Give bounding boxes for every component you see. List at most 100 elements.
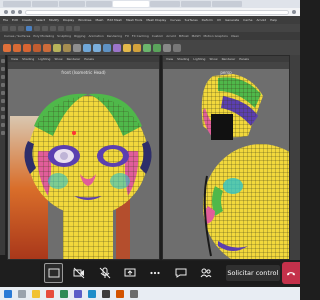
shelf-tab[interactable]: Rigging: [74, 34, 85, 38]
participants-button[interactable]: [196, 263, 215, 283]
menu-help[interactable]: Help: [270, 18, 277, 22]
menu-deform[interactable]: Deform: [202, 18, 213, 22]
camera-off-button[interactable]: [69, 263, 88, 283]
combine-icon[interactable]: [63, 43, 71, 52]
rotate-tool-icon[interactable]: [1, 91, 5, 95]
back-icon[interactable]: [4, 10, 8, 14]
shelf-tab[interactable]: XGen: [231, 34, 239, 38]
bridge-icon[interactable]: [103, 43, 111, 52]
scale-tool-icon[interactable]: [1, 99, 5, 103]
separate-icon[interactable]: [73, 43, 81, 52]
menu-windows[interactable]: Windows: [78, 18, 91, 22]
hang-up-button[interactable]: [282, 262, 300, 284]
request-control-button[interactable]: Solicitar control: [225, 265, 280, 281]
lasso-tool-icon[interactable]: [1, 67, 5, 71]
browser-tab[interactable]: [181, 1, 211, 7]
smooth-icon[interactable]: [123, 43, 131, 52]
profile-icon[interactable]: [292, 10, 296, 14]
poly-cone-icon[interactable]: [33, 43, 41, 52]
shelf-tab[interactable]: MASH: [192, 34, 201, 38]
multi-cut-icon[interactable]: [113, 43, 121, 52]
menu-curves[interactable]: Curves: [170, 18, 180, 22]
mic-off-button[interactable]: [95, 263, 114, 283]
shelf-tab[interactable]: Arnold: [166, 34, 176, 38]
shelf-tab[interactable]: FX: [125, 34, 129, 38]
menu-select[interactable]: Select: [36, 18, 45, 22]
shelf-tab[interactable]: Sculpting: [57, 34, 71, 38]
poly-cylinder-icon[interactable]: [23, 43, 31, 52]
file-explorer-icon[interactable]: [32, 289, 40, 298]
history-icon[interactable]: [163, 43, 171, 52]
new-scene-icon[interactable]: [2, 25, 8, 31]
search-icon[interactable]: [18, 289, 26, 298]
browser-tab[interactable]: [59, 1, 85, 7]
shelf-tab[interactable]: Bifrost: [179, 34, 189, 38]
shelf-tab[interactable]: Curves / Surfaces: [4, 34, 30, 38]
menu-create[interactable]: Create: [22, 18, 32, 22]
address-input[interactable]: [25, 9, 289, 15]
shelf-tab[interactable]: Rendering: [107, 34, 122, 38]
menu-mesh[interactable]: Mesh: [96, 18, 104, 22]
snap-grid-icon[interactable]: [34, 25, 40, 31]
menu-surfaces[interactable]: Surfaces: [185, 18, 198, 22]
forward-icon[interactable]: [11, 10, 15, 14]
menu-generate[interactable]: Generate: [225, 18, 239, 22]
browser-icon[interactable]: [46, 289, 54, 298]
snap-point-icon[interactable]: [50, 25, 56, 31]
bevel-icon[interactable]: [93, 43, 101, 52]
planar-map-icon[interactable]: [153, 43, 161, 52]
browser-tab[interactable]: [3, 1, 31, 7]
shelf-tab[interactable]: FX Caching: [132, 34, 149, 38]
app-icon[interactable]: [102, 289, 110, 298]
outliner-icon[interactable]: [1, 131, 5, 135]
freeze-icon[interactable]: [173, 43, 181, 52]
teams-icon[interactable]: [74, 289, 82, 298]
app-icon[interactable]: [130, 289, 138, 298]
reload-icon[interactable]: [18, 10, 22, 14]
menu-cache[interactable]: Cache: [243, 18, 252, 22]
maya-icon[interactable]: [88, 289, 96, 298]
menu-modify[interactable]: Modify: [49, 18, 59, 22]
menu-arnold[interactable]: Arnold: [256, 18, 266, 22]
save-scene-icon[interactable]: [18, 25, 24, 31]
menu-edit-mesh[interactable]: Edit Mesh: [107, 18, 122, 22]
browser-tab[interactable]: [86, 1, 112, 7]
menu-uv[interactable]: UV: [217, 18, 221, 22]
shelf-tab[interactable]: Poly Modeling: [33, 34, 54, 38]
menu-mesh-tools[interactable]: Mesh Tools: [126, 18, 142, 22]
menu-mesh-display[interactable]: Mesh Display: [146, 18, 166, 22]
viewport-persp[interactable]: View Shading Lighting Show Renderer Pane…: [162, 55, 290, 260]
select-mode-icon[interactable]: [26, 25, 32, 31]
shelf-tab[interactable]: Animation: [88, 34, 103, 38]
layout-four-icon[interactable]: [1, 115, 5, 119]
render-settings-icon[interactable]: [74, 25, 80, 31]
snap-curve-icon[interactable]: [42, 25, 48, 31]
render-icon[interactable]: [58, 25, 64, 31]
move-tool-icon[interactable]: [1, 83, 5, 87]
shelf-tab[interactable]: Custom: [152, 34, 164, 38]
poly-cube-icon[interactable]: [13, 43, 21, 52]
layout-two-icon[interactable]: [1, 123, 5, 127]
more-actions-button[interactable]: [146, 263, 165, 283]
manipulator-icon[interactable]: [72, 131, 76, 135]
browser-tab[interactable]: [150, 1, 180, 7]
menu-file[interactable]: File: [3, 18, 8, 22]
share-tray-button[interactable]: [120, 263, 139, 283]
ipr-render-icon[interactable]: [66, 25, 72, 31]
extrude-icon[interactable]: [83, 43, 91, 52]
app-icon[interactable]: [60, 289, 68, 298]
menu-edit[interactable]: Edit: [12, 18, 18, 22]
shelf-tab[interactable]: Motion Graphics: [203, 34, 227, 38]
select-tool-icon[interactable]: [1, 59, 5, 63]
paint-select-icon[interactable]: [1, 75, 5, 79]
browser-tab[interactable]: [212, 1, 242, 7]
chat-button[interactable]: [171, 263, 190, 283]
browser-tab-active[interactable]: [113, 1, 149, 7]
browser-tab[interactable]: [32, 1, 58, 7]
share-screen-button[interactable]: [44, 263, 64, 283]
app-icon[interactable]: [116, 289, 124, 298]
viewport-front[interactable]: View Shading Lighting Show Renderer Pane…: [7, 55, 160, 260]
channel-box-collapsed[interactable]: [290, 55, 300, 260]
merge-icon[interactable]: [133, 43, 141, 52]
open-scene-icon[interactable]: [10, 25, 16, 31]
